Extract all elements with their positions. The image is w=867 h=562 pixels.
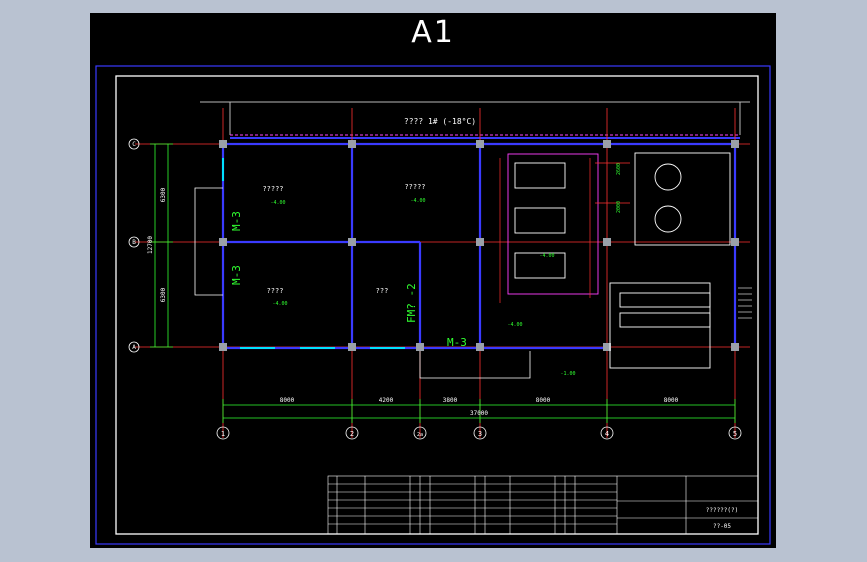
room-label-2: ????? — [404, 183, 425, 191]
horizontal-dim-4: 8000 — [536, 397, 551, 404]
room-label-4: ??? — [376, 287, 389, 295]
grid-lines — [135, 108, 750, 438]
door-label-m3-mid: M-3 — [230, 265, 243, 285]
vertical-dim-2: 6300 — [160, 287, 167, 302]
col-label-2: 2 — [350, 430, 354, 438]
vertical-dim-1: 6300 — [160, 187, 167, 202]
vertical-dim-total: 12700 — [147, 236, 154, 254]
elevation-2: -4.00 — [410, 198, 425, 204]
windows — [222, 158, 405, 349]
equipment-dim-b: 2000 — [616, 201, 622, 213]
elevation-4: -4.00 — [507, 322, 522, 328]
elevation-5: -4.00 — [539, 253, 554, 259]
elevation-1: -4.00 — [270, 200, 285, 206]
horizontal-dim-total: 37000 — [470, 410, 488, 417]
row-label-c: C — [132, 141, 136, 148]
horizontal-dim-3: 3800 — [443, 397, 458, 404]
col-label-2a: 2a — [417, 432, 423, 438]
elevation-3: -4.00 — [272, 301, 287, 307]
floor-plan: ???? 1# (-18°C) ????? ????? ???? ??? -4.… — [95, 65, 771, 545]
equipment-area — [507, 152, 731, 369]
elevation-6: -1.00 — [560, 371, 575, 377]
top-label: ???? 1# (-18°C) — [404, 117, 476, 126]
drawing-number: ??-05 — [713, 523, 731, 530]
horizontal-dim-2: 4200 — [379, 397, 394, 404]
drawing-title: ??????(?) — [706, 507, 739, 514]
equipment-dim-a: 2600 — [616, 163, 622, 175]
drawing-canvas: A 1 ???? 1# (-18°C) ????? ????? ???? ??? … — [90, 13, 776, 548]
horizontal-dim-1: 8000 — [280, 397, 295, 404]
col-label-3: 3 — [478, 430, 482, 438]
col-label-4: 4 — [605, 430, 609, 438]
title-block — [327, 475, 759, 535]
door-label-m3-bottom: M-3 — [447, 336, 467, 349]
row-label-b: B — [132, 239, 136, 246]
room-label-1: ????? — [262, 185, 283, 193]
col-label-5: 5 — [733, 430, 737, 438]
door-label-m3-top: M-3 — [230, 211, 243, 231]
row-label-a: A — [132, 344, 136, 351]
door-label-fm: FM? -2 — [405, 283, 418, 323]
col-label-1: 1 — [221, 430, 225, 438]
stairs — [738, 287, 752, 319]
horizontal-dim-5: 8000 — [664, 397, 679, 404]
room-label-3: ???? — [267, 287, 284, 295]
